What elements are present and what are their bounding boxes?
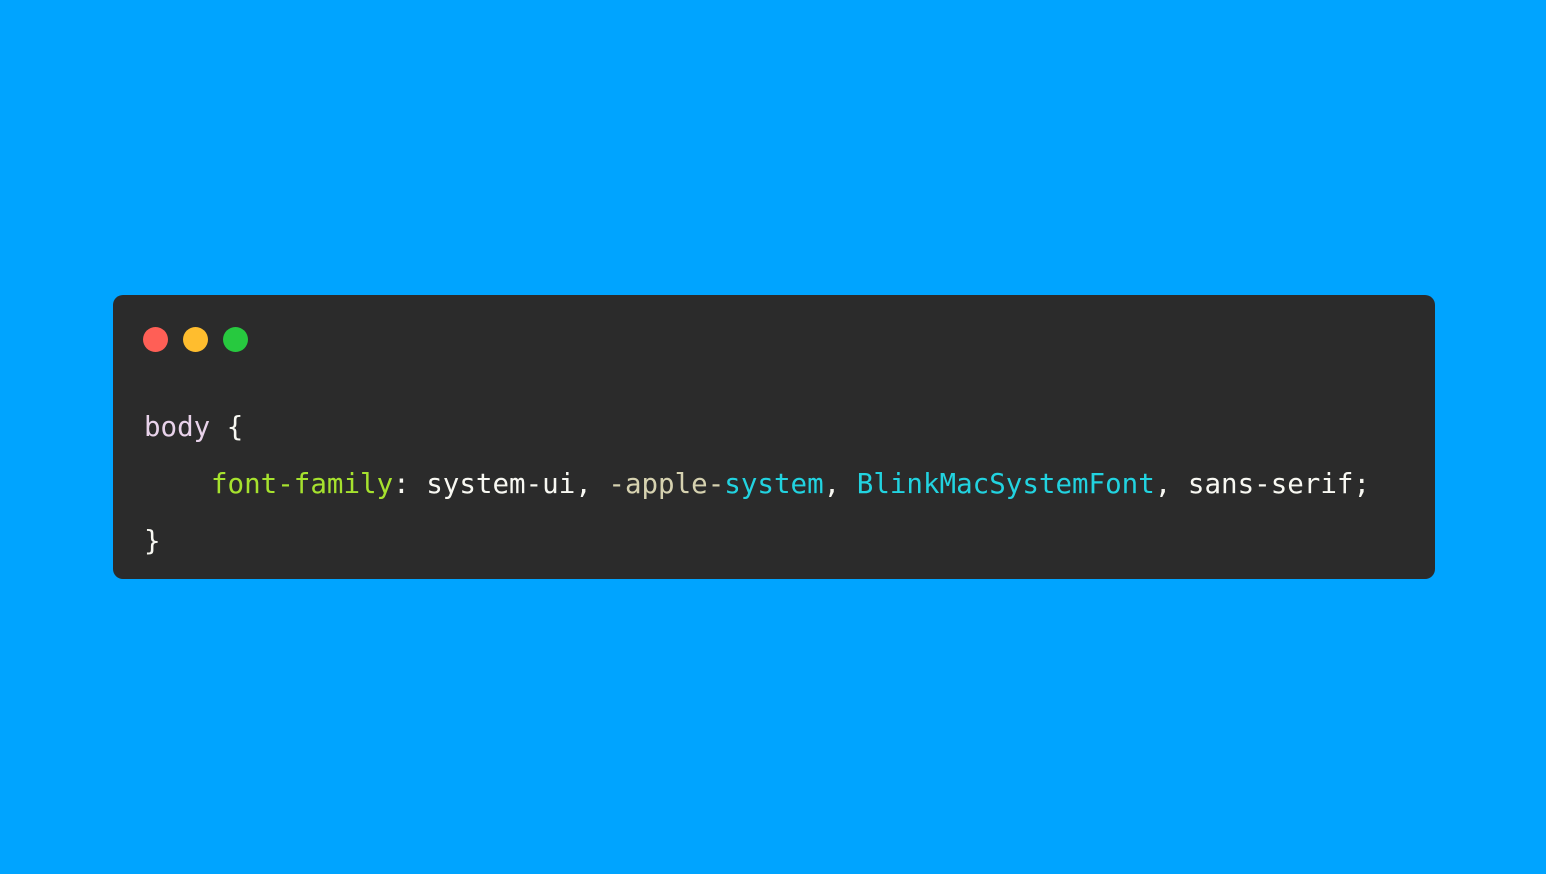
code-window: body {font-family: system-ui, -apple-sys…	[113, 295, 1435, 579]
value-system-ui: system-ui	[426, 468, 576, 500]
css-property: font-family	[211, 468, 394, 500]
minimize-dot-icon	[183, 327, 208, 352]
code-line-2: font-family: system-ui, -apple-system, B…	[144, 456, 1370, 513]
open-brace: {	[210, 411, 244, 443]
code-line-3: }	[144, 513, 1370, 570]
value-blinkmacsystemfont: BlinkMacSystemFont	[856, 468, 1155, 500]
close-dot-icon	[143, 327, 168, 352]
code-line-1: body {	[144, 399, 1370, 456]
comma: ,	[823, 468, 857, 500]
semicolon: ;	[1353, 468, 1371, 500]
code-block: body {font-family: system-ui, -apple-sys…	[144, 399, 1370, 570]
colon: :	[393, 468, 427, 500]
comma: ,	[575, 468, 609, 500]
value-sans-serif: sans-serif	[1187, 468, 1354, 500]
value-apple-prefix: -apple-	[608, 468, 725, 500]
css-selector: body	[144, 411, 211, 443]
zoom-dot-icon	[223, 327, 248, 352]
value-apple-suffix: system	[724, 468, 824, 500]
comma: ,	[1154, 468, 1188, 500]
background-canvas: body {font-family: system-ui, -apple-sys…	[0, 0, 1546, 874]
close-brace: }	[144, 525, 161, 557]
